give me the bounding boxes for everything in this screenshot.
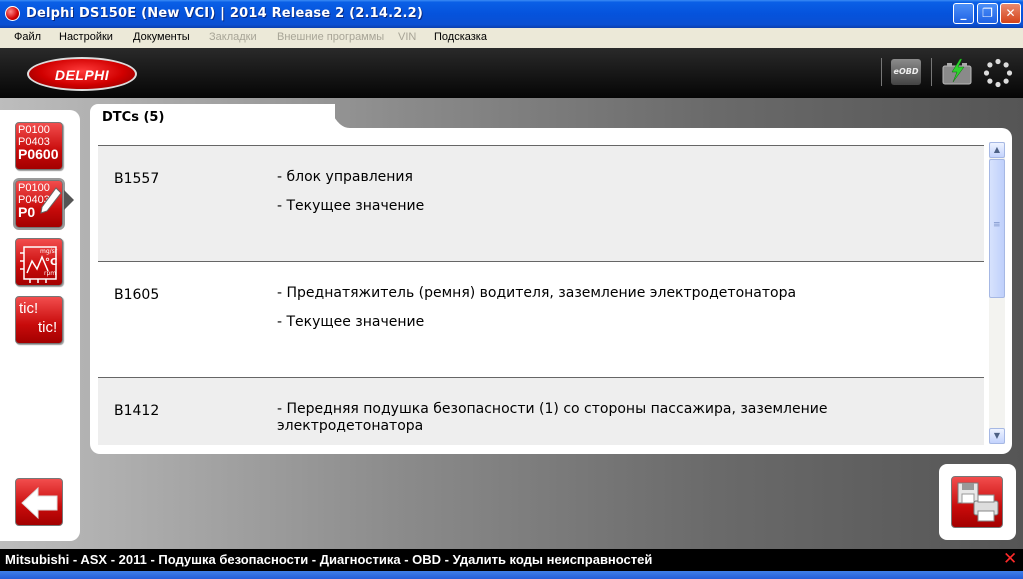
eobd-icon[interactable]: eOBD xyxy=(891,59,921,85)
status-close-icon[interactable]: ✕ xyxy=(1003,551,1017,568)
dtc-status: - Текущее значение xyxy=(277,314,425,330)
row-separator xyxy=(98,145,984,146)
app-window: Delphi DS150E (New VCI) | 2014 Release 2… xyxy=(0,0,1023,579)
dtc-description: - Передняя подушка безопасности (1) со с… xyxy=(277,401,828,434)
tic-label: tic! xyxy=(38,319,58,336)
dtc-description: - блок управления xyxy=(277,169,413,185)
dtc-description: - Преднатяжитель (ремня) водителя, зазем… xyxy=(277,285,797,301)
battery-icon xyxy=(942,58,972,85)
menu-file[interactable]: Файл xyxy=(14,31,41,43)
scroll-grip-icon: ≡ xyxy=(993,220,1001,230)
unit-label: rpm xyxy=(44,270,56,277)
dtc-code: B1412 xyxy=(114,403,160,419)
dtc-scrollbar[interactable]: ▲ ≡ ▼ xyxy=(989,142,1005,444)
back-arrow-icon xyxy=(21,486,58,520)
minimize-button[interactable]: _ xyxy=(953,3,974,24)
code-line: P0600 xyxy=(18,146,59,162)
scroll-down-button[interactable]: ▼ xyxy=(989,428,1005,444)
read-dtc-label: P0100 P0403 P0600 xyxy=(18,124,59,162)
actuator-test-button[interactable]: tic! tic! xyxy=(15,296,63,344)
dtc-row[interactable]: B1557 - блок управления - Текущее значен… xyxy=(98,145,984,261)
print-save-button[interactable] xyxy=(951,476,1003,528)
menu-documents[interactable]: Документы xyxy=(133,31,190,43)
dtc-row[interactable]: B1605 - Преднатяжитель (ремня) водителя,… xyxy=(98,261,984,377)
logo-text: DELPHI xyxy=(54,67,110,83)
code-line: P0100 xyxy=(18,124,50,136)
dtc-list: B1557 - блок управления - Текущее значен… xyxy=(98,145,984,445)
menu-vin[interactable]: VIN xyxy=(398,31,416,43)
close-button[interactable]: ✕ xyxy=(1000,3,1021,24)
scroll-thumb[interactable]: ≡ xyxy=(989,159,1005,298)
dtc-tab-label: DTCs (5) xyxy=(102,110,165,125)
header-separator xyxy=(931,58,932,86)
maximize-button[interactable]: ❐ xyxy=(977,3,998,24)
tic-label: tic! xyxy=(19,300,39,317)
eraser-icon xyxy=(40,187,62,214)
gauge-chip-icon: mg/sr °C rpm xyxy=(20,246,58,283)
back-button[interactable] xyxy=(15,478,63,526)
menu-settings[interactable]: Настройки xyxy=(59,31,113,43)
row-separator xyxy=(98,261,984,262)
left-nav-panel: P0100 P0403 P0600 P0100 P0403 P0 mg/sr °… xyxy=(0,110,80,541)
title-bar: Delphi DS150E (New VCI) | 2014 Release 2… xyxy=(0,0,1023,28)
unit-label: °C xyxy=(45,257,57,268)
menu-help[interactable]: Подсказка xyxy=(434,31,487,43)
menu-bar: Файл Настройки Документы Закладки Внешни… xyxy=(0,28,1023,48)
spinner-icon xyxy=(983,58,1013,88)
menu-bookmarks[interactable]: Закладки xyxy=(209,31,257,43)
dtc-code: B1557 xyxy=(114,171,160,187)
dtc-status: - Текущее значение xyxy=(277,198,425,214)
clear-dtc-button[interactable]: P0100 P0403 P0 xyxy=(15,180,63,228)
status-bar: Mitsubishi - ASX - 2011 - Подушка безопа… xyxy=(0,549,1023,571)
app-icon xyxy=(5,6,20,21)
window-title: Delphi DS150E (New VCI) | 2014 Release 2… xyxy=(26,6,424,21)
live-data-button[interactable]: mg/sr °C rpm xyxy=(15,238,63,286)
delphi-logo: DELPHI xyxy=(27,57,137,91)
row-separator xyxy=(98,377,984,378)
printer-disk-icon xyxy=(957,482,999,522)
dtc-code: B1605 xyxy=(114,287,160,303)
active-indicator xyxy=(64,190,74,210)
os-taskbar xyxy=(0,571,1023,579)
tab-curve xyxy=(310,104,360,130)
read-dtc-button[interactable]: P0100 P0403 P0600 xyxy=(15,122,63,170)
unit-label: mg/sr xyxy=(40,248,58,255)
scroll-up-button[interactable]: ▲ xyxy=(989,142,1005,158)
brand-header: DELPHI eOBD xyxy=(0,48,1023,98)
header-separator xyxy=(881,58,882,86)
breadcrumb: Mitsubishi - ASX - 2011 - Подушка безопа… xyxy=(5,552,653,567)
menu-external-programs[interactable]: Внешние программы xyxy=(277,31,384,43)
dtc-row[interactable]: B1412 - Передняя подушка безопасности (1… xyxy=(98,377,984,445)
